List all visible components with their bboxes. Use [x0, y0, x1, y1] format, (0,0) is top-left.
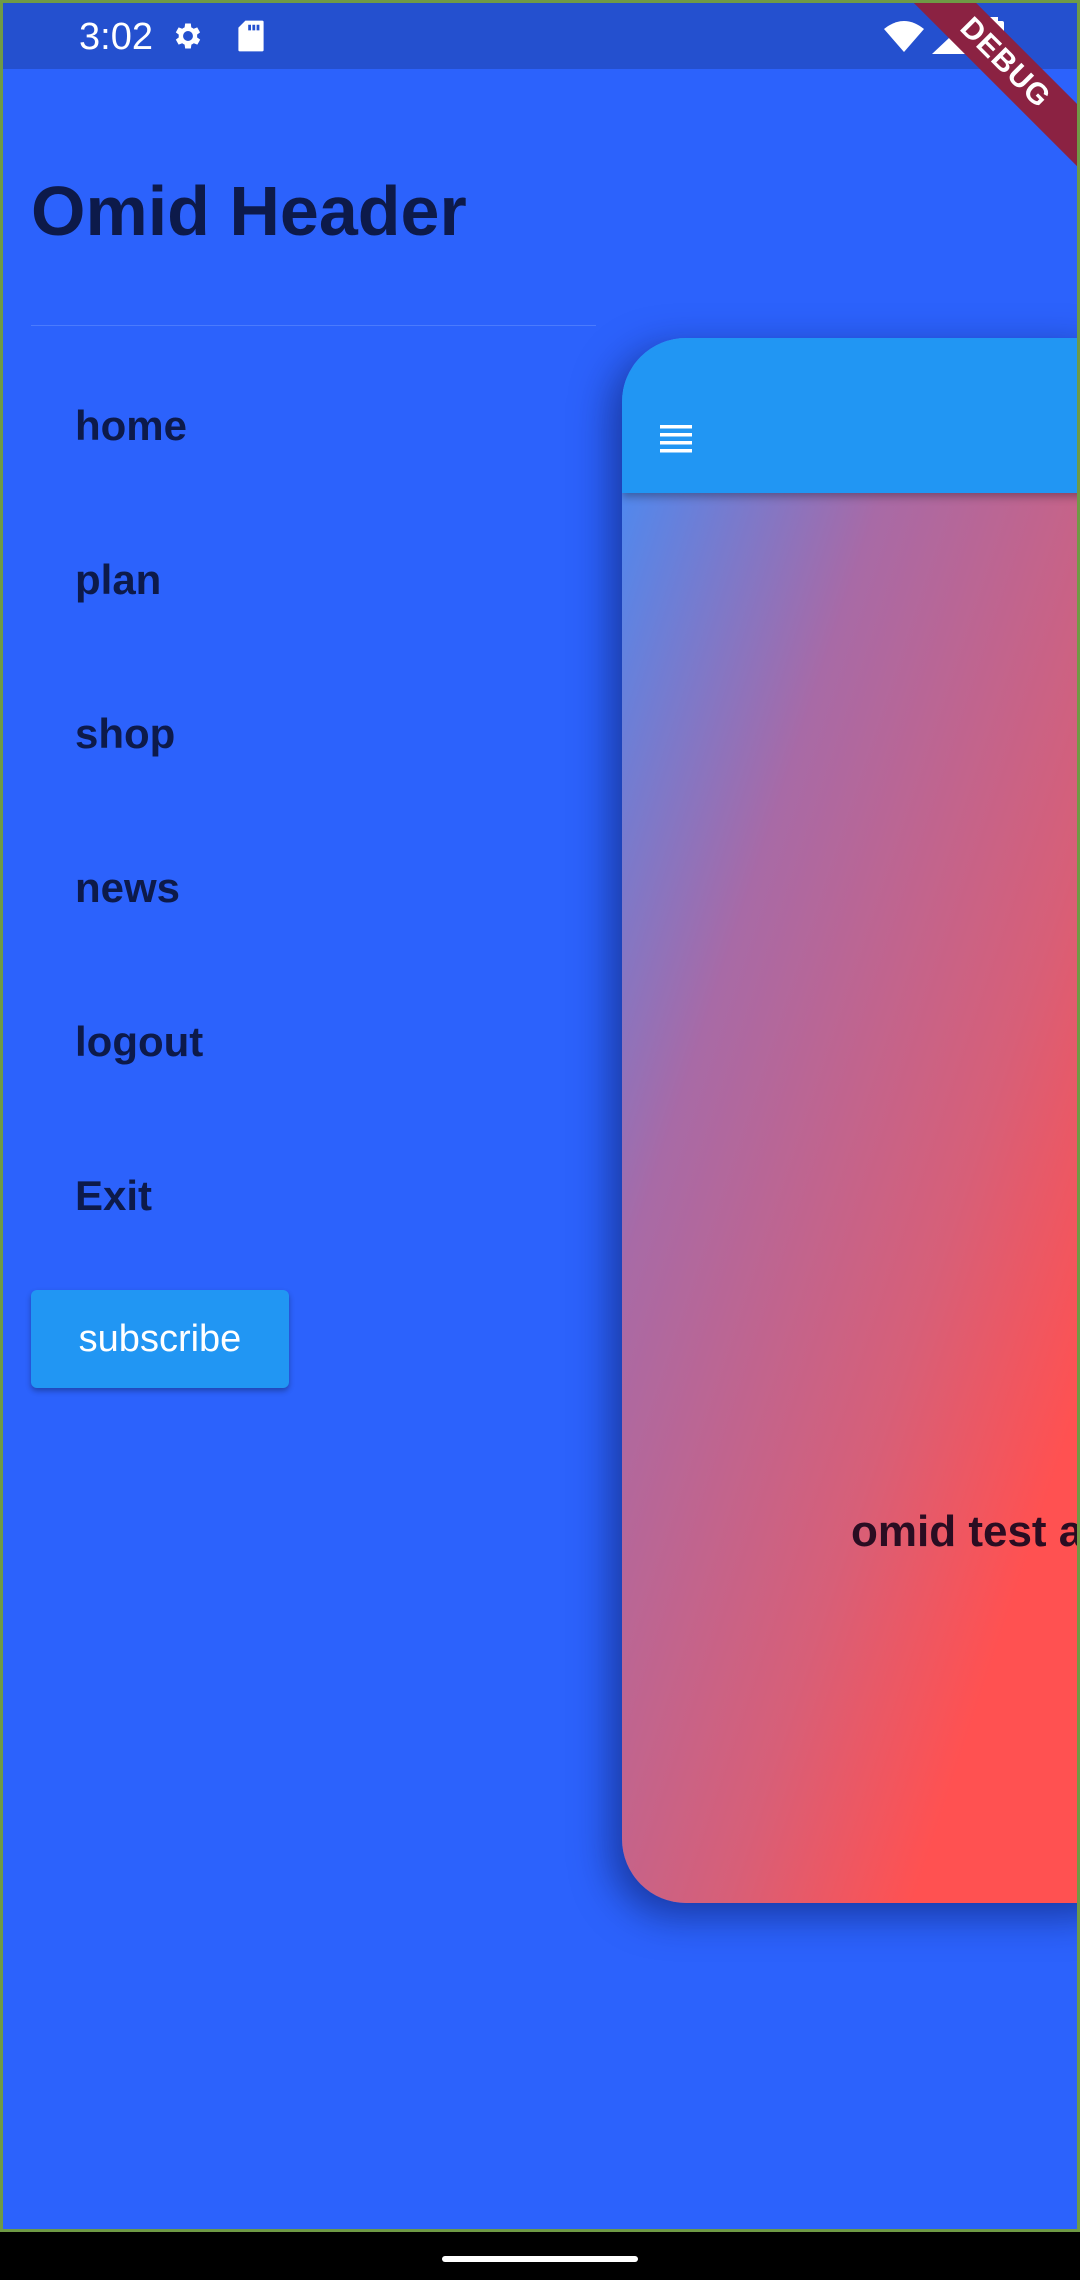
menu-item-plan[interactable]: plan	[75, 555, 161, 605]
main-body-text: omid test a	[851, 1507, 1080, 1556]
sdcard-icon	[237, 19, 265, 58]
drawer-divider	[31, 325, 596, 326]
menu-icon[interactable]	[660, 425, 692, 458]
menu-item-home[interactable]: home	[75, 401, 187, 451]
wifi-icon	[883, 21, 925, 58]
menu-item-news[interactable]: news	[75, 863, 180, 913]
home-indicator[interactable]	[442, 2256, 638, 2262]
menu-item-shop[interactable]: shop	[75, 709, 175, 759]
gear-icon	[171, 19, 205, 58]
navigation-bar	[0, 2232, 1080, 2280]
drawer-header-title: Omid Header	[31, 172, 467, 250]
main-app-bar	[622, 338, 1077, 493]
main-screen-card[interactable]: omid test a	[622, 338, 1080, 1903]
app-screen: 3:02 DEBUG Omid Header home plan shop ne…	[0, 0, 1080, 2232]
subscribe-button[interactable]: subscribe	[31, 1290, 289, 1388]
menu-item-exit[interactable]: Exit	[75, 1171, 152, 1221]
menu-item-logout[interactable]: logout	[75, 1017, 203, 1067]
status-bar: 3:02	[3, 3, 1077, 69]
status-time: 3:02	[79, 16, 153, 58]
